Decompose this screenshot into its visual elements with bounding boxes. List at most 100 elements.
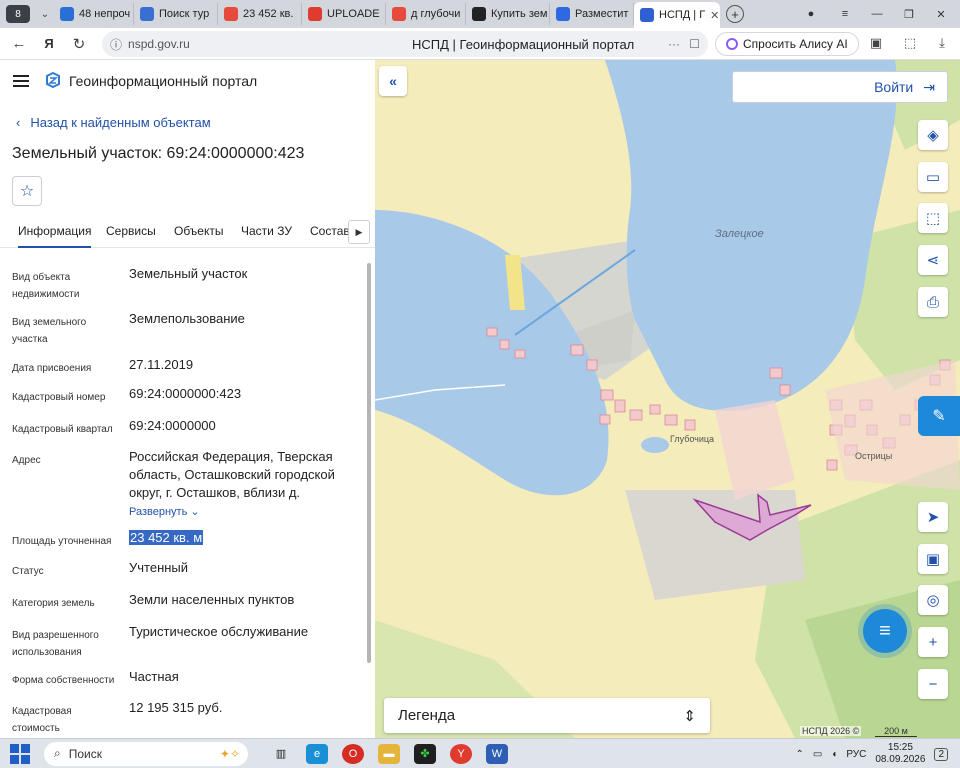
search-icon: ⌕ <box>54 746 61 760</box>
mail-icon <box>60 7 74 21</box>
extension-icon[interactable]: ⬚ <box>902 35 918 51</box>
address-value: Российская Федерация, Тверская область, … <box>129 449 335 500</box>
tabs-scroll-right-icon[interactable]: ▶ <box>348 220 370 244</box>
system-tray: ⌃ ▭ ◖ РУС 15:25 08.09.2026 2 <box>795 739 960 768</box>
scrollbar[interactable] <box>365 255 373 725</box>
map-copyright: НСПД 2026 © <box>800 726 862 736</box>
ruler-icon[interactable]: ▭ <box>918 162 948 192</box>
windows-start-icon[interactable] <box>10 743 30 764</box>
yandex-icon <box>392 7 406 21</box>
tab-services[interactable]: Сервисы <box>106 224 156 238</box>
tray-arrow-icon[interactable]: ⌃ <box>795 749 803 760</box>
profile-badge[interactable]: 8 <box>6 5 30 23</box>
avatar[interactable]: ● <box>796 0 826 28</box>
assistant-badge-icon[interactable]: ✎ <box>918 396 960 436</box>
alice-icon <box>726 38 738 50</box>
back-icon[interactable]: ← <box>4 35 34 52</box>
app-clover-icon[interactable]: ✤ <box>414 743 436 764</box>
task-view-icon[interactable]: ▥ <box>270 744 292 764</box>
tab-info[interactable]: Информация <box>18 224 92 248</box>
tabs-menu-chevron-icon[interactable]: ⌄ <box>36 5 54 23</box>
site-info-icon[interactable]: ⓘ <box>110 36 122 53</box>
map-view[interactable]: Залецкое Глубочица Острицы « Войти ⇥ ◈ ▭ … <box>375 60 960 738</box>
opera-icon[interactable]: O <box>342 743 364 764</box>
marketplace-icon <box>472 7 486 21</box>
collections-icon[interactable]: ▣ <box>868 35 884 51</box>
yandex-logo-icon[interactable]: Я <box>34 36 64 51</box>
map-scale: 200 м <box>875 726 917 737</box>
new-tab-button[interactable]: + <box>726 5 744 23</box>
zoom-out-icon[interactable]: − <box>918 669 948 699</box>
download-icon[interactable]: ⤓ <box>934 35 950 51</box>
browser-tab[interactable]: UPLOADE <box>302 3 386 25</box>
url-text: nspd.gov.ru <box>128 37 190 51</box>
browser-tab[interactable]: Разместит <box>550 3 634 25</box>
browser-tab[interactable]: Купить зем <box>466 3 550 25</box>
village-label: Глубочица <box>670 434 715 444</box>
select-area-icon[interactable]: ⬚ <box>918 203 948 233</box>
more-icon[interactable]: ··· <box>668 37 680 51</box>
object-heading: Земельный участок: 69:24:0000000:423 <box>12 145 305 162</box>
object-info-panel: Геоинформационный портал ‹ Назад к найде… <box>0 60 375 738</box>
menu-icon[interactable]: ≡ <box>830 0 860 28</box>
clock[interactable]: 15:25 08.09.2026 <box>875 742 925 766</box>
print-icon[interactable]: ⎙ <box>918 287 948 317</box>
upload-icon <box>308 7 322 21</box>
object-tabs: Информация Сервисы Объекты Части ЗУ Сост… <box>0 216 375 248</box>
tab-objects[interactable]: Объекты <box>174 224 224 238</box>
taskbar-search[interactable]: ⌕ Поиск ✦✧ <box>44 741 248 766</box>
arrow-icon <box>556 7 570 21</box>
minimize-icon[interactable]: — <box>862 0 892 28</box>
alice-button[interactable]: Спросить Алису AI <box>715 32 859 56</box>
browser-tab-strip: 8 ⌄ 48 непроч Поиск тур 23 452 кв. UPLOA… <box>0 0 960 28</box>
browser-tab[interactable]: д глубочи <box>386 3 466 25</box>
tab-parts[interactable]: Части ЗУ <box>241 224 292 238</box>
portal-logo-icon <box>46 72 60 88</box>
lake-label: Залецкое <box>715 228 764 240</box>
language-indicator[interactable]: РУС <box>846 749 866 760</box>
reload-icon[interactable]: ↻ <box>64 35 94 53</box>
address-bar: ← Я ↻ ⓘ nspd.gov.ru НСПД | Геоинформацио… <box>0 28 960 60</box>
browser-tab-active[interactable]: НСПД | Г ✕ <box>634 2 720 28</box>
network-icon[interactable]: ▭ <box>813 749 822 760</box>
expand-link[interactable]: Развернуть ⌄ <box>129 503 349 521</box>
share-icon[interactable]: ⋖ <box>918 245 948 275</box>
page-title-in-bar: НСПД | Геоинформационный портал <box>412 36 635 52</box>
browser-tab[interactable]: Поиск тур <box>134 3 218 25</box>
navigation-arrow-icon[interactable]: ➤ <box>918 502 948 532</box>
login-button[interactable]: Войти ⇥ <box>732 71 948 103</box>
layers-icon[interactable]: ◈ <box>918 120 948 150</box>
scrollbar-thumb[interactable] <box>367 263 371 663</box>
chat-bubble-icon[interactable]: ≡ <box>863 609 907 653</box>
area-value-selected[interactable]: 23 452 кв. м <box>129 530 204 545</box>
minimap-icon[interactable]: ▣ <box>918 544 948 574</box>
url-field[interactable]: ⓘ nspd.gov.ru НСПД | Геоинформационный п… <box>102 31 708 57</box>
village-label: Острицы <box>855 451 893 461</box>
sparkle-icon: ✦✧ <box>219 746 240 761</box>
favorite-star-button[interactable]: ☆ <box>12 176 42 206</box>
yandex-browser-icon[interactable]: Y <box>450 743 472 764</box>
tab-composition[interactable]: Состав <box>310 224 350 238</box>
bookmark-icon[interactable]: ☐ <box>689 37 700 51</box>
hamburger-menu-icon[interactable] <box>13 75 29 90</box>
close-tab-icon[interactable]: ✕ <box>710 9 719 22</box>
nspd-icon <box>640 8 654 22</box>
legend-dropdown[interactable]: Легенда ⇕ <box>384 698 710 733</box>
collapse-panel-icon[interactable]: « <box>379 66 407 96</box>
browser-tab[interactable]: 48 непроч <box>54 3 134 25</box>
volume-icon[interactable]: ◖ <box>831 749 837 760</box>
file-explorer-icon[interactable]: ▬ <box>378 743 400 764</box>
notifications-badge[interactable]: 2 <box>934 747 948 761</box>
browser-tab[interactable]: 23 452 кв. <box>218 3 302 25</box>
edge-icon[interactable]: e <box>306 743 328 764</box>
yandex-icon <box>224 7 238 21</box>
word-icon[interactable]: W <box>486 743 508 764</box>
zoom-in-icon[interactable]: + <box>918 627 948 657</box>
os-taskbar: ⌕ Поиск ✦✧ ▥ e O ▬ ✤ Y W ⌃ ▭ ◖ РУС 15:25… <box>0 738 960 768</box>
chevron-down-icon: ⌄ <box>190 506 200 518</box>
close-icon[interactable]: ✕ <box>926 0 956 28</box>
locate-icon[interactable]: ◎ <box>918 585 948 615</box>
back-to-results-link[interactable]: ‹ Назад к найденным объектам <box>16 115 211 130</box>
login-icon: ⇥ <box>923 78 935 95</box>
restore-icon[interactable]: ❐ <box>894 0 924 28</box>
